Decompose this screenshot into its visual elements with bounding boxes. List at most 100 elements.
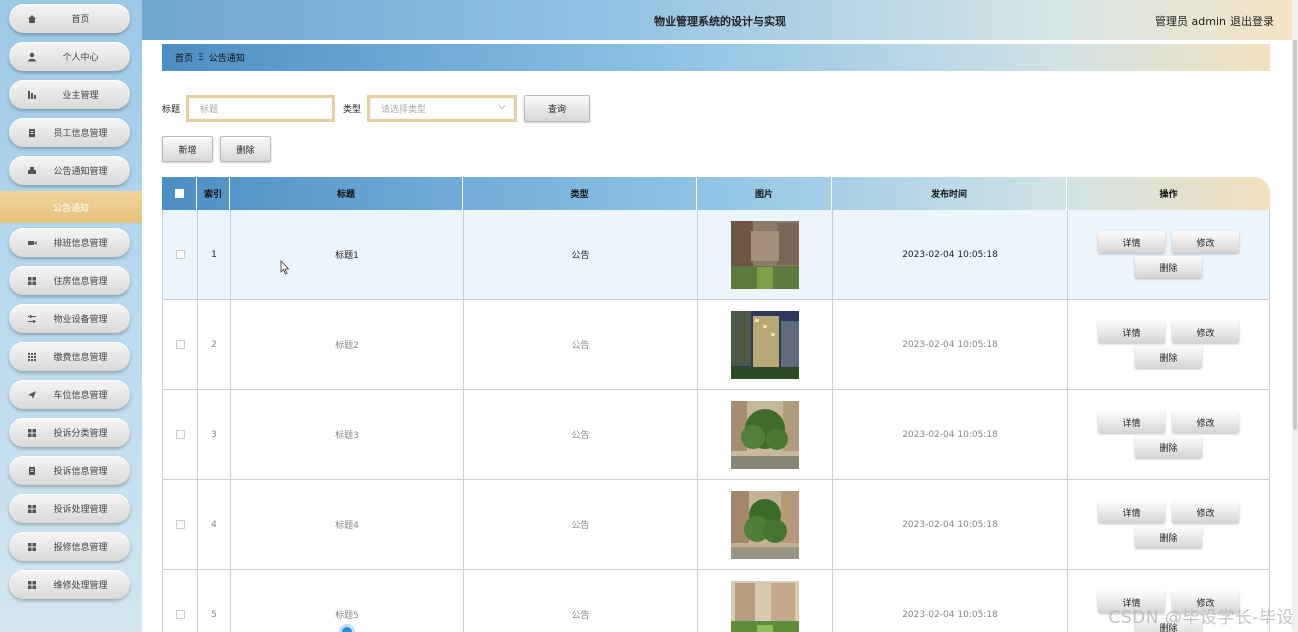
row-select-cell (163, 570, 198, 632)
detail-button[interactable]: 详情 (1098, 501, 1165, 523)
row-image-cell (698, 210, 833, 299)
type-filter-label: 类型 (343, 105, 362, 115)
row-ops: 详情 修改 删除 (1068, 390, 1269, 479)
breadcrumb-separator: Ξ (198, 52, 204, 63)
sidebar-item-label: 投诉分类管理 (53, 429, 108, 439)
title-search-input[interactable]: 标题 (186, 95, 336, 122)
row-image-cell (698, 480, 833, 569)
sidebar-item-label: 报修信息管理 (53, 543, 108, 553)
table-header: 索引 标题 类型 图片 发布时间 操作 (162, 177, 1270, 210)
header-ops: 操作 (1159, 190, 1178, 200)
action-bar: 新增 删除 (162, 136, 271, 162)
row-select-cell (163, 480, 198, 569)
breadcrumb-current: 公告通知 (208, 54, 245, 64)
sidebar-item-complaints[interactable]: 投诉信息管理 (9, 456, 130, 485)
chevron-down-icon (498, 103, 506, 114)
page-scrollbar[interactable] (1292, 0, 1298, 632)
detail-button[interactable]: 详情 (1098, 411, 1165, 433)
sidebar-item-notice-admin[interactable]: 公告通知管理 (9, 156, 130, 185)
row-delete-button[interactable]: 删除 (1135, 346, 1202, 368)
row-index: 1 (198, 210, 231, 299)
sidebar-item-parking[interactable]: 车位信息管理 (9, 380, 130, 409)
sidebar-item-notice-active[interactable]: 公告通知 (0, 191, 142, 223)
row-type: 公告 (464, 300, 698, 389)
sidebar-item-label: 业主管理 (62, 91, 99, 101)
row-checkbox[interactable] (175, 520, 185, 529)
row-select-cell (163, 300, 198, 389)
row-image-cell (698, 570, 833, 632)
row-title: 标题2 (231, 300, 464, 389)
sidebar-item-owners[interactable]: 业主管理 (9, 80, 130, 109)
query-button[interactable]: 查询 (524, 95, 591, 122)
sidebar-item-label: 物业设备管理 (53, 315, 108, 325)
row-delete-button[interactable]: 删除 (1135, 256, 1202, 278)
row-delete-button[interactable]: 删除 (1135, 526, 1202, 548)
row-type: 公告 (464, 570, 698, 632)
sliders-icon (27, 314, 37, 324)
row-select-cell (163, 390, 198, 479)
sidebar-item-label: 投诉处理管理 (53, 505, 108, 515)
sidebar-item-label: 缴费信息管理 (53, 353, 108, 363)
row-published: 2023-02-04 10:05:18 (833, 480, 1068, 569)
table-row: 2 标题2 公告 2023-02-04 10:05:18 详情 修改 删除 (162, 300, 1270, 390)
row-title: 标题5 (231, 570, 464, 632)
watermark: CSDN @毕设学长-毕设 (1108, 608, 1294, 628)
row-ops: 详情 修改 删除 (1068, 210, 1269, 299)
row-type: 公告 (464, 390, 698, 479)
detail-button[interactable]: 详情 (1098, 321, 1165, 343)
edit-button[interactable]: 修改 (1172, 501, 1239, 523)
row-title: 标题4 (231, 480, 464, 569)
breadcrumb-home[interactable]: 首页 (175, 51, 193, 64)
sidebar-item-shifts[interactable]: 排班信息管理 (9, 228, 130, 257)
chart-icon (27, 90, 37, 100)
select-all-checkbox[interactable] (174, 189, 184, 198)
grid-icon (27, 580, 37, 590)
grid-icon (27, 276, 37, 286)
sidebar-item-home[interactable]: 首页 (9, 4, 130, 33)
add-button[interactable]: 新增 (162, 136, 213, 162)
notice-image (731, 400, 799, 469)
table-row: 4 标题4 公告 2023-02-04 10:05:18 详情 修改 删除 (162, 480, 1270, 570)
logout-link[interactable]: 退出登录 (1230, 13, 1274, 29)
table-row: 3 标题3 公告 2023-02-04 10:05:18 详情 修改 删除 (162, 390, 1270, 480)
top-header: 物业管理系统的设计与实现 管理员 admin 退出登录 (142, 0, 1298, 40)
row-ops: 详情 修改 删除 (1068, 480, 1269, 569)
title-input-placeholder: 标题 (200, 105, 219, 115)
search-bar: 标题 标题 类型 请选择类型 查询 (162, 95, 591, 122)
edit-button[interactable]: 修改 (1172, 321, 1239, 343)
sidebar: 首页 个人中心 业主管理 员工信息管理 公告通知管理 公告通知 排班信息管理 住… (0, 0, 142, 632)
row-checkbox[interactable] (175, 250, 185, 259)
sidebar-item-repair-handling[interactable]: 维修处理管理 (9, 570, 130, 599)
sidebar-item-staff[interactable]: 员工信息管理 (9, 118, 130, 147)
row-index: 4 (198, 480, 231, 569)
sidebar-item-complaint-handling[interactable]: 投诉处理管理 (9, 494, 130, 523)
edit-button[interactable]: 修改 (1172, 411, 1239, 433)
sidebar-item-label: 个人中心 (62, 53, 99, 63)
row-checkbox[interactable] (175, 340, 185, 349)
type-select[interactable]: 请选择类型 (367, 95, 518, 122)
row-type: 公告 (464, 210, 698, 299)
edit-button[interactable]: 修改 (1172, 231, 1239, 253)
delete-button[interactable]: 删除 (220, 136, 271, 162)
breadcrumb: 首页 Ξ 公告通知 (162, 44, 1270, 71)
row-published: 2023-02-04 10:05:18 (833, 390, 1068, 479)
detail-button[interactable]: 详情 (1098, 231, 1165, 253)
sidebar-item-housing[interactable]: 住房信息管理 (9, 266, 130, 295)
sidebar-item-equipment[interactable]: 物业设备管理 (9, 304, 130, 333)
send-icon (27, 390, 37, 400)
row-type: 公告 (464, 480, 698, 569)
sidebar-item-payments[interactable]: 缴费信息管理 (9, 342, 130, 371)
notice-image (731, 220, 799, 289)
sidebar-item-repairs[interactable]: 报修信息管理 (9, 532, 130, 561)
row-checkbox[interactable] (175, 430, 185, 439)
sidebar-item-profile[interactable]: 个人中心 (9, 42, 130, 71)
row-delete-button[interactable]: 删除 (1135, 436, 1202, 458)
row-index: 5 (198, 570, 231, 632)
row-select-cell (163, 210, 198, 299)
notice-table: 索引 标题 类型 图片 发布时间 操作 1 标题1 公告 2023-02-04 … (162, 177, 1270, 632)
sidebar-item-complaint-category[interactable]: 投诉分类管理 (9, 418, 130, 447)
scrollbar-thumb[interactable] (1293, 40, 1297, 430)
apps-icon (27, 352, 37, 362)
row-checkbox[interactable] (175, 610, 185, 619)
notice-image (731, 580, 799, 632)
